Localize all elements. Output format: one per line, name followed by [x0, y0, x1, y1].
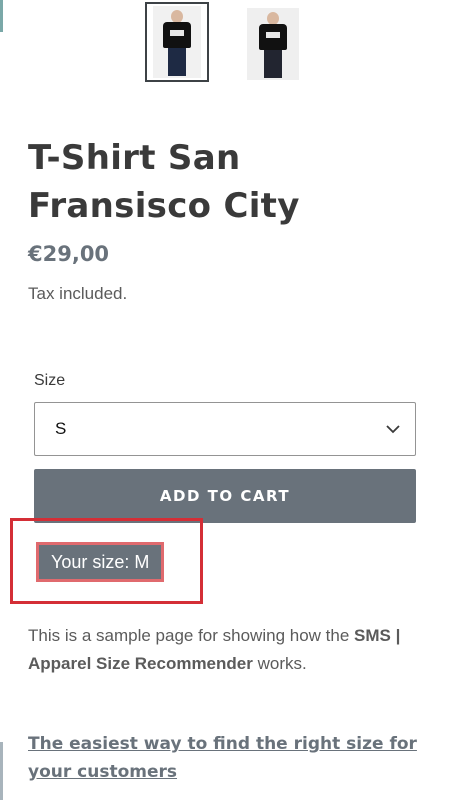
- product-price: €29,00: [28, 242, 110, 266]
- product-photo-icon: [153, 6, 201, 78]
- chevron-down-icon: [386, 425, 400, 434]
- description-text: This is a sample page for showing how th…: [28, 626, 355, 645]
- product-thumbnail-front[interactable]: [145, 2, 209, 82]
- size-select[interactable]: S: [34, 402, 416, 456]
- tax-note: Tax included.: [28, 284, 128, 303]
- left-edge-accent: [0, 742, 3, 800]
- size-label: Size: [34, 372, 66, 389]
- your-size-button[interactable]: Your size: M: [36, 542, 165, 582]
- size-select-value: S: [55, 419, 67, 438]
- product-description: This is a sample page for showing how th…: [28, 622, 408, 678]
- promo-link[interactable]: The easiest way to find the right size f…: [28, 730, 418, 786]
- product-photo-icon: [247, 8, 299, 80]
- product-title: T-Shirt San Fransisco City: [28, 138, 300, 226]
- description-text-end: works.: [252, 654, 307, 673]
- add-to-cart-button[interactable]: ADD TO CART: [34, 469, 416, 523]
- thumbnail-gallery: [0, 2, 450, 82]
- product-thumbnail-alt[interactable]: [246, 8, 300, 80]
